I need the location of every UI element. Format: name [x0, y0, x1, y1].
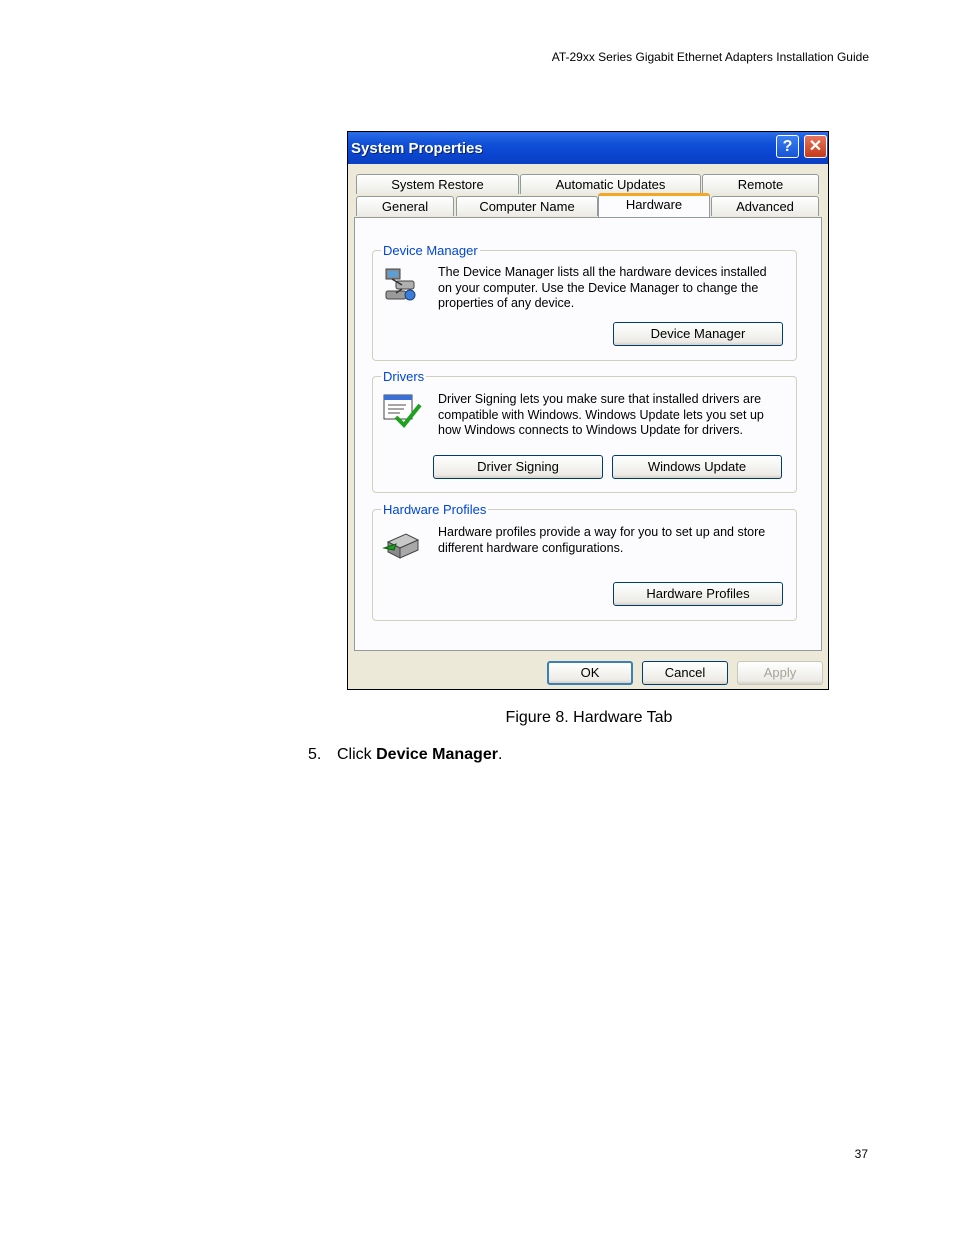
- cancel-button[interactable]: Cancel: [642, 661, 728, 685]
- hardware-profiles-icon: [382, 533, 420, 559]
- figure-caption: Figure 8. Hardware Tab: [505, 709, 673, 726]
- step-suffix: .: [497, 746, 503, 763]
- device-manager-button[interactable]: Device Manager: [613, 322, 783, 346]
- drivers-description: Driver Signing lets you make sure that i…: [438, 392, 764, 437]
- tab-system-restore[interactable]: System Restore: [356, 174, 519, 194]
- step-number: 5.: [308, 746, 322, 763]
- device-manager-group: Device Manager The Device Manager lists …: [372, 243, 797, 361]
- drivers-group-title: Drivers: [381, 369, 427, 384]
- instruction-step: 5. Click Device Manager.: [308, 746, 502, 764]
- help-button[interactable]: ?: [776, 135, 799, 158]
- dialog-title: System Properties: [351, 140, 483, 157]
- tab-hardware[interactable]: Hardware: [598, 193, 710, 217]
- title-bar[interactable]: System Properties ? ✕: [348, 132, 828, 164]
- close-button[interactable]: ✕: [804, 135, 827, 158]
- ok-button[interactable]: OK: [547, 661, 633, 685]
- page-number: 37: [854, 1147, 868, 1161]
- system-properties-dialog: System Properties ? ✕ System Restore Aut…: [347, 131, 829, 690]
- hardware-profiles-description: Hardware profiles provide a way for you …: [438, 525, 766, 555]
- tab-remote[interactable]: Remote: [702, 174, 819, 194]
- apply-button[interactable]: Apply: [737, 661, 823, 685]
- tab-general[interactable]: General: [356, 196, 454, 216]
- step-prefix: Click: [337, 746, 377, 763]
- hardware-tab-panel: Device Manager The Device Manager lists …: [354, 217, 822, 651]
- hardware-profiles-button[interactable]: Hardware Profiles: [613, 582, 783, 606]
- hardware-profiles-group-title: Hardware Profiles: [381, 502, 489, 517]
- tab-computer-name[interactable]: Computer Name: [456, 196, 598, 216]
- device-manager-icon: [385, 268, 416, 301]
- drivers-group: Drivers Driver Signing lets you make sur…: [372, 369, 797, 493]
- step-emphasis: Device Manager: [376, 746, 498, 763]
- tab-automatic-updates[interactable]: Automatic Updates: [520, 174, 701, 194]
- hardware-profiles-group: Hardware Profiles Hardware profiles prov…: [372, 502, 797, 621]
- driver-signing-button[interactable]: Driver Signing: [433, 455, 603, 479]
- device-manager-group-title: Device Manager: [381, 243, 480, 258]
- device-manager-description: The Device Manager lists all the hardwar…: [438, 265, 767, 310]
- tab-advanced[interactable]: Advanced: [711, 196, 819, 216]
- driver-signing-icon: [383, 394, 422, 428]
- windows-update-button[interactable]: Windows Update: [612, 455, 782, 479]
- running-header: AT-29xx Series Gigabit Ethernet Adapters…: [551, 50, 869, 64]
